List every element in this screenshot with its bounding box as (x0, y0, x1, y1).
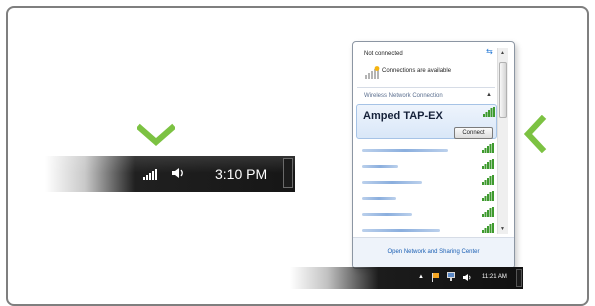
taskbar-small: ▲ 11:21 AM (290, 267, 523, 289)
status-title: Not connected (364, 51, 403, 57)
network-row-blurred[interactable] (362, 197, 396, 200)
check-arrow-icon (523, 115, 547, 153)
network-popup: Not connected ⇆ Connections are availabl… (352, 41, 515, 269)
divider (357, 87, 495, 88)
network-row-blurred[interactable] (362, 149, 448, 152)
signal-strength-icon (482, 143, 494, 153)
speaker-icon[interactable] (171, 166, 187, 180)
network-sharing-center-link[interactable]: Open Network and Sharing Center (353, 249, 514, 255)
connections-available-label: Connections are available (382, 68, 452, 74)
group-header[interactable]: Wireless Network Connection (364, 93, 443, 99)
network-icon[interactable] (447, 272, 455, 282)
taskbar-clock[interactable]: 3:10 PM (215, 166, 267, 182)
network-row-blurred[interactable] (362, 181, 422, 184)
taskbar-zoomed: 3:10 PM (45, 156, 295, 192)
flag-icon[interactable] (432, 273, 440, 282)
connect-button[interactable]: Connect (454, 127, 493, 139)
check-arrow-icon (137, 123, 175, 146)
network-row-blurred[interactable] (362, 229, 440, 232)
network-row-blurred[interactable] (362, 213, 412, 216)
network-name: Amped TAP-EX (363, 110, 443, 122)
show-desktop-button[interactable] (283, 158, 293, 188)
taskbar-clock[interactable]: 11:21 AM (482, 274, 507, 280)
scroll-thumb[interactable] (499, 62, 507, 118)
signal-strength-icon (482, 207, 494, 217)
signal-bars-icon[interactable] (142, 168, 158, 180)
popup-footer: Open Network and Sharing Center (353, 237, 514, 268)
signal-strength-icon (482, 175, 494, 185)
connections-available-icon (365, 66, 380, 79)
tray-arrow-icon[interactable]: ▲ (418, 274, 424, 280)
scroll-down-icon[interactable]: ▼ (500, 226, 505, 232)
refresh-icon[interactable]: ⇆ (486, 47, 493, 56)
signal-strength-icon (482, 159, 494, 169)
signal-strength-icon (483, 107, 495, 117)
scrollbar[interactable]: ▲ ▼ (497, 48, 508, 234)
show-desktop-button[interactable] (516, 269, 522, 287)
network-row-blurred[interactable] (362, 165, 398, 168)
speaker-icon[interactable] (463, 273, 472, 282)
collapse-icon[interactable]: ▲ (486, 92, 492, 98)
scroll-up-icon[interactable]: ▲ (500, 50, 505, 56)
signal-strength-icon (482, 223, 494, 233)
signal-strength-icon (482, 191, 494, 201)
